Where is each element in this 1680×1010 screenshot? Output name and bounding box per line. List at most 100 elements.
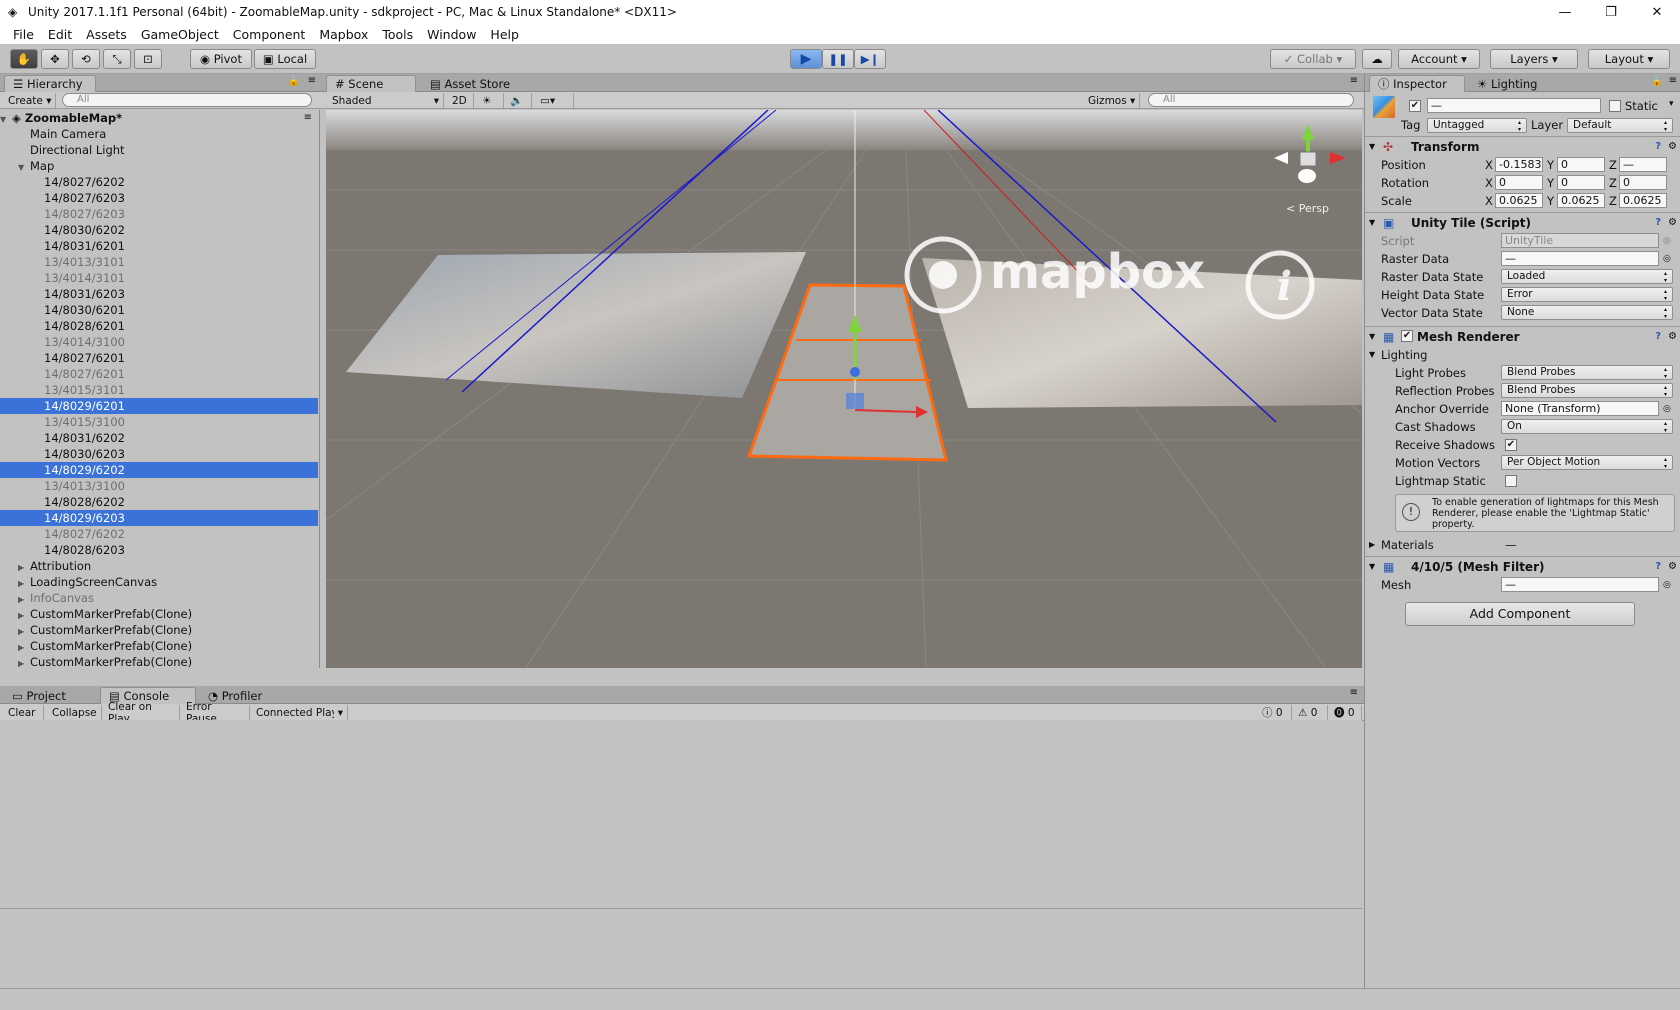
static-dropdown-icon[interactable]: ▾ xyxy=(1669,99,1674,109)
hierarchy-search-input[interactable]: All xyxy=(62,93,312,107)
object-picker-icon[interactable]: ◎ xyxy=(1663,232,1671,250)
rotation-x-field[interactable]: 0 xyxy=(1495,175,1543,190)
materials-foldout[interactable]: ▶ Materials — xyxy=(1365,536,1680,554)
lock-icon[interactable]: 🔒 xyxy=(288,76,300,87)
hierarchy-item[interactable]: ▶ CustomMarkerPrefab(Clone) xyxy=(0,606,318,622)
hierarchy-item[interactable]: 13/4015/3100 xyxy=(0,414,318,430)
add-component-button[interactable]: Add Component xyxy=(1405,602,1635,626)
cast-shadows-dropdown[interactable]: On xyxy=(1501,419,1673,434)
minimize-button[interactable]: — xyxy=(1542,0,1588,24)
clear-button[interactable]: Clear xyxy=(4,705,44,720)
layout-dropdown[interactable]: Layout ▾ xyxy=(1588,49,1670,69)
help-icon[interactable]: ? xyxy=(1655,327,1661,347)
mesh-filter-header[interactable]: ▼ ▦ 4/10/5 (Mesh Filter) ? ⚙ xyxy=(1365,556,1680,576)
menu-component[interactable]: Component xyxy=(226,27,313,42)
transform-header[interactable]: ▼ ✣ Transform ? ⚙ xyxy=(1365,136,1680,156)
reflection-probes-dropdown[interactable]: Blend Probes xyxy=(1501,383,1673,398)
account-dropdown[interactable]: Account ▾ xyxy=(1398,49,1480,69)
hierarchy-item[interactable]: 14/8028/6201 xyxy=(0,318,318,334)
hierarchy-item[interactable]: 14/8028/6202 xyxy=(0,494,318,510)
tab-project[interactable]: ▭ Project xyxy=(4,687,98,704)
gear-icon[interactable]: ⚙ xyxy=(1668,213,1677,233)
menu-window[interactable]: Window xyxy=(420,27,483,42)
position-x-field[interactable]: -0.1583 xyxy=(1495,157,1543,172)
hierarchy-item[interactable]: 14/8030/6201 xyxy=(0,302,318,318)
hierarchy-item[interactable]: 14/8029/6201 xyxy=(0,398,318,414)
hierarchy-item[interactable]: 14/8029/6202 xyxy=(0,462,318,478)
gear-icon[interactable]: ⚙ xyxy=(1668,327,1677,347)
maximize-button[interactable]: ❐ xyxy=(1588,0,1634,24)
collapse-arrow-icon[interactable]: ▼ xyxy=(1369,346,1375,364)
height-state-dropdown[interactable]: Error xyxy=(1501,287,1673,302)
rotate-tool-icon[interactable]: ⟲ xyxy=(72,49,100,69)
menu-gameobject[interactable]: GameObject xyxy=(134,27,226,42)
panel-menu-icon[interactable]: ≡ xyxy=(308,75,316,86)
hierarchy-item[interactable]: 14/8027/6201 xyxy=(0,366,318,382)
active-checkbox[interactable]: ✔ xyxy=(1409,100,1421,112)
mode-2d-toggle[interactable]: 2D xyxy=(448,93,474,108)
close-button[interactable]: ✕ xyxy=(1634,0,1680,24)
tab-lighting[interactable]: ☀ Lighting xyxy=(1469,75,1553,92)
hierarchy-item[interactable]: ▶ LoadingScreenCanvas xyxy=(0,574,318,590)
pause-button[interactable]: ❚❚ xyxy=(822,49,854,69)
rotation-z-field[interactable]: 0 xyxy=(1619,175,1667,190)
receive-shadows-checkbox[interactable]: ✔ xyxy=(1505,439,1517,451)
object-picker-icon[interactable]: ◎ xyxy=(1663,250,1671,268)
anchor-override-field[interactable]: None (Transform) xyxy=(1501,401,1659,416)
layers-dropdown[interactable]: Layers ▾ xyxy=(1490,49,1578,69)
hierarchy-item[interactable]: ▼ Map xyxy=(0,158,318,174)
hierarchy-item[interactable]: 14/8027/6203 xyxy=(0,206,318,222)
hierarchy-item[interactable]: 14/8029/6203 xyxy=(0,510,318,526)
error-pause-toggle[interactable]: Error Pause xyxy=(182,701,250,725)
connected-player-dropdown[interactable]: Connected Player ▾ xyxy=(252,705,348,720)
scene-menu-icon[interactable]: ≡ xyxy=(304,110,312,126)
scale-z-field[interactable]: 0.0625 xyxy=(1619,193,1667,208)
expand-arrow-icon[interactable]: ▶ xyxy=(1369,536,1375,554)
persp-label[interactable]: < Persp xyxy=(1286,202,1329,215)
motion-vectors-dropdown[interactable]: Per Object Motion xyxy=(1501,455,1673,470)
hierarchy-item[interactable]: 13/4014/3100 xyxy=(0,334,318,350)
gear-icon[interactable]: ⚙ xyxy=(1668,557,1677,577)
rect-tool-icon[interactable]: ⊡ xyxy=(134,49,162,69)
collab-button[interactable]: ✓ Collab ▾ xyxy=(1270,49,1356,69)
object-picker-icon[interactable]: ◎ xyxy=(1663,400,1671,418)
tab-scene[interactable]: # Scene xyxy=(326,75,416,92)
scene-root[interactable]: ▼ ◈ ZoomableMap* ≡ xyxy=(0,110,318,126)
collapse-arrow-icon[interactable]: ▼ xyxy=(1369,327,1375,347)
hierarchy-item[interactable]: 13/4014/3101 xyxy=(0,270,318,286)
menu-mapbox[interactable]: Mapbox xyxy=(312,27,375,42)
hierarchy-item[interactable]: ▶ CustomMarkerPrefab(Clone) xyxy=(0,638,318,654)
shading-dropdown[interactable]: Shaded ▾ xyxy=(328,93,444,108)
console-log-area[interactable] xyxy=(0,720,1362,988)
warning-filter-toggle[interactable]: ⚠ 0 xyxy=(1294,705,1328,720)
static-checkbox[interactable] xyxy=(1609,100,1621,112)
hierarchy-item[interactable]: 14/8030/6203 xyxy=(0,446,318,462)
hierarchy-item[interactable]: 13/4013/3100 xyxy=(0,478,318,494)
hand-tool-icon[interactable]: ✋ xyxy=(10,49,38,69)
clear-on-play-toggle[interactable]: Clear on Play xyxy=(104,701,180,725)
create-dropdown[interactable]: Create ▾ xyxy=(4,93,56,108)
play-button[interactable]: ▶ xyxy=(790,49,822,69)
menu-help[interactable]: Help xyxy=(483,27,526,42)
hierarchy-item[interactable]: 14/8027/6203 xyxy=(0,190,318,206)
collapse-arrow-icon[interactable]: ▼ xyxy=(1369,137,1375,157)
vector-state-dropdown[interactable]: None xyxy=(1501,305,1673,320)
collapse-arrow-icon[interactable]: ▼ xyxy=(1369,557,1375,577)
hierarchy-item[interactable]: ▶ CustomMarkerPrefab(Clone) xyxy=(0,654,318,670)
inspector-menu-icon[interactable]: ≡ xyxy=(1669,75,1677,86)
help-icon[interactable]: ? xyxy=(1655,557,1661,577)
tab-hierarchy[interactable]: ☰ Hierarchy xyxy=(4,75,96,92)
layer-dropdown[interactable]: Default xyxy=(1567,118,1673,133)
console-splitter[interactable] xyxy=(0,908,1362,909)
hierarchy-item[interactable]: ▶ InfoCanvas xyxy=(0,590,318,606)
unity-tile-header[interactable]: ▼ ▣ Unity Tile (Script) ? ⚙ xyxy=(1365,212,1680,232)
lightmap-static-checkbox[interactable] xyxy=(1505,475,1517,487)
hierarchy-item[interactable]: 13/4015/3101 xyxy=(0,382,318,398)
lighting-toggle-icon[interactable]: ☀ xyxy=(478,93,504,108)
tab-asset-store[interactable]: ▤ Asset Store xyxy=(422,75,526,92)
hierarchy-item[interactable]: Directional Light xyxy=(0,142,318,158)
gizmos-dropdown[interactable]: Gizmos ▾ xyxy=(1084,93,1140,108)
hierarchy-item[interactable]: 14/8031/6202 xyxy=(0,430,318,446)
scale-tool-icon[interactable]: ⤡ xyxy=(103,49,131,69)
help-icon[interactable]: ? xyxy=(1655,213,1661,233)
